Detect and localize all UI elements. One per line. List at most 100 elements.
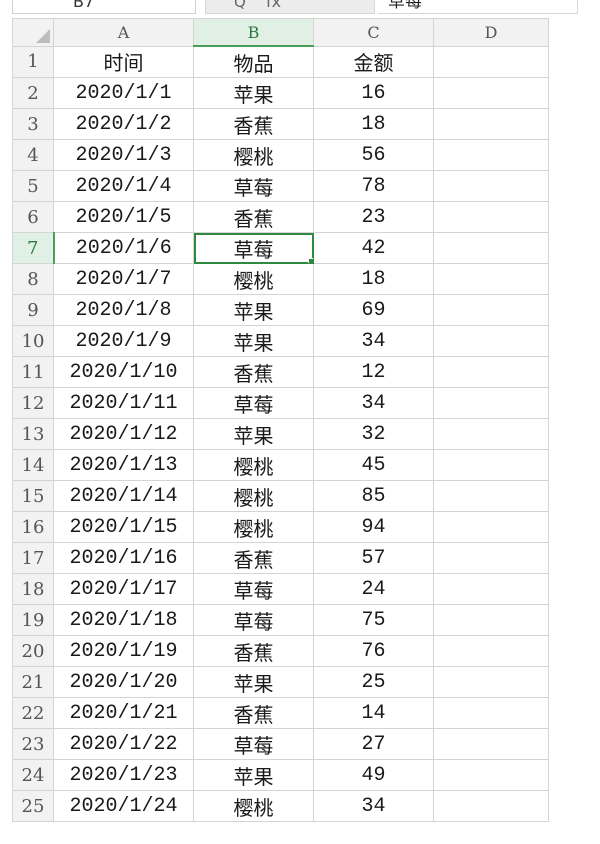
cell-b23[interactable]: 草莓 xyxy=(193,728,314,760)
cell-b11[interactable]: 香蕉 xyxy=(193,356,314,388)
cell-a10[interactable]: 2020/1/9 xyxy=(53,325,194,357)
row-header[interactable]: 16 xyxy=(12,511,54,543)
cell-c3[interactable]: 18 xyxy=(313,108,434,140)
cell-b16[interactable]: 樱桃 xyxy=(193,511,314,543)
cell-b13[interactable]: 苹果 xyxy=(193,418,314,450)
cell-c16[interactable]: 94 xyxy=(313,511,434,543)
cell-b3[interactable]: 香蕉 xyxy=(193,108,314,140)
row-header[interactable]: 22 xyxy=(12,697,54,729)
cell-c24[interactable]: 49 xyxy=(313,759,434,791)
cell-a2[interactable]: 2020/1/1 xyxy=(53,77,194,109)
cell-c4[interactable]: 56 xyxy=(313,139,434,171)
cell-b7[interactable]: 草莓 xyxy=(193,232,314,264)
cell-b12[interactable]: 草莓 xyxy=(193,387,314,419)
fx-icon[interactable]: fx xyxy=(266,0,281,13)
cell-d8[interactable] xyxy=(433,263,549,295)
cell-d7[interactable] xyxy=(433,232,549,264)
column-header-a[interactable]: A xyxy=(53,18,194,47)
cell-a17[interactable]: 2020/1/16 xyxy=(53,542,194,574)
cell-c23[interactable]: 27 xyxy=(313,728,434,760)
cell-b5[interactable]: 草莓 xyxy=(193,170,314,202)
cell-d13[interactable] xyxy=(433,418,549,450)
cell-c22[interactable]: 14 xyxy=(313,697,434,729)
cell-d12[interactable] xyxy=(433,387,549,419)
row-header[interactable]: 2 xyxy=(12,77,54,109)
cell-b20[interactable]: 香蕉 xyxy=(193,635,314,667)
cell-d24[interactable] xyxy=(433,759,549,791)
row-header[interactable]: 14 xyxy=(12,449,54,481)
column-header-d[interactable]: D xyxy=(433,18,549,47)
cell-d16[interactable] xyxy=(433,511,549,543)
cell-c18[interactable]: 24 xyxy=(313,573,434,605)
cell-a25[interactable]: 2020/1/24 xyxy=(53,790,194,822)
cell-d9[interactable] xyxy=(433,294,549,326)
cell-c7[interactable]: 42 xyxy=(313,232,434,264)
row-header[interactable]: 25 xyxy=(12,790,54,822)
cell-d17[interactable] xyxy=(433,542,549,574)
cell-b1[interactable]: 物品 xyxy=(193,45,314,78)
row-header[interactable]: 23 xyxy=(12,728,54,760)
cell-b6[interactable]: 香蕉 xyxy=(193,201,314,233)
zoom-icon[interactable]: Q xyxy=(234,0,246,13)
select-all-corner[interactable] xyxy=(12,18,54,47)
cell-d2[interactable] xyxy=(433,77,549,109)
cell-d14[interactable] xyxy=(433,449,549,481)
row-header[interactable]: 6 xyxy=(12,201,54,233)
cell-c6[interactable]: 23 xyxy=(313,201,434,233)
cell-a12[interactable]: 2020/1/11 xyxy=(53,387,194,419)
cell-d6[interactable] xyxy=(433,201,549,233)
cell-b15[interactable]: 樱桃 xyxy=(193,480,314,512)
cell-c19[interactable]: 75 xyxy=(313,604,434,636)
cell-a14[interactable]: 2020/1/13 xyxy=(53,449,194,481)
cell-b25[interactable]: 樱桃 xyxy=(193,790,314,822)
cell-a19[interactable]: 2020/1/18 xyxy=(53,604,194,636)
cell-c5[interactable]: 78 xyxy=(313,170,434,202)
cell-a16[interactable]: 2020/1/15 xyxy=(53,511,194,543)
cell-c17[interactable]: 57 xyxy=(313,542,434,574)
cell-d21[interactable] xyxy=(433,666,549,698)
cell-c9[interactable]: 69 xyxy=(313,294,434,326)
column-header-b[interactable]: B xyxy=(193,18,314,47)
cell-b10[interactable]: 苹果 xyxy=(193,325,314,357)
row-header[interactable]: 7 xyxy=(12,232,55,264)
cell-d22[interactable] xyxy=(433,697,549,729)
cell-b21[interactable]: 苹果 xyxy=(193,666,314,698)
cell-c14[interactable]: 45 xyxy=(313,449,434,481)
fill-handle[interactable] xyxy=(308,258,313,263)
row-header[interactable]: 15 xyxy=(12,480,54,512)
cell-a9[interactable]: 2020/1/8 xyxy=(53,294,194,326)
cell-a8[interactable]: 2020/1/7 xyxy=(53,263,194,295)
cell-a5[interactable]: 2020/1/4 xyxy=(53,170,194,202)
cell-d10[interactable] xyxy=(433,325,549,357)
cell-b24[interactable]: 苹果 xyxy=(193,759,314,791)
cell-a6[interactable]: 2020/1/5 xyxy=(53,201,194,233)
cell-c2[interactable]: 16 xyxy=(313,77,434,109)
cell-d15[interactable] xyxy=(433,480,549,512)
cell-a22[interactable]: 2020/1/21 xyxy=(53,697,194,729)
row-header[interactable]: 21 xyxy=(12,666,54,698)
cell-b9[interactable]: 苹果 xyxy=(193,294,314,326)
row-header[interactable]: 18 xyxy=(12,573,54,605)
cell-a13[interactable]: 2020/1/12 xyxy=(53,418,194,450)
cell-b4[interactable]: 樱桃 xyxy=(193,139,314,171)
row-header[interactable]: 1 xyxy=(12,45,54,78)
cell-d19[interactable] xyxy=(433,604,549,636)
cell-d23[interactable] xyxy=(433,728,549,760)
cell-a7[interactable]: 2020/1/6 xyxy=(53,232,194,264)
cell-b14[interactable]: 樱桃 xyxy=(193,449,314,481)
cell-c20[interactable]: 76 xyxy=(313,635,434,667)
cell-c15[interactable]: 85 xyxy=(313,480,434,512)
cell-a23[interactable]: 2020/1/22 xyxy=(53,728,194,760)
row-header[interactable]: 9 xyxy=(12,294,54,326)
cell-d5[interactable] xyxy=(433,170,549,202)
row-header[interactable]: 20 xyxy=(12,635,54,667)
row-header[interactable]: 12 xyxy=(12,387,54,419)
cell-b19[interactable]: 草莓 xyxy=(193,604,314,636)
cell-b18[interactable]: 草莓 xyxy=(193,573,314,605)
cell-c12[interactable]: 34 xyxy=(313,387,434,419)
row-header[interactable]: 11 xyxy=(12,356,54,388)
cell-b2[interactable]: 苹果 xyxy=(193,77,314,109)
cell-d4[interactable] xyxy=(433,139,549,171)
cell-d25[interactable] xyxy=(433,790,549,822)
cell-c25[interactable]: 34 xyxy=(313,790,434,822)
